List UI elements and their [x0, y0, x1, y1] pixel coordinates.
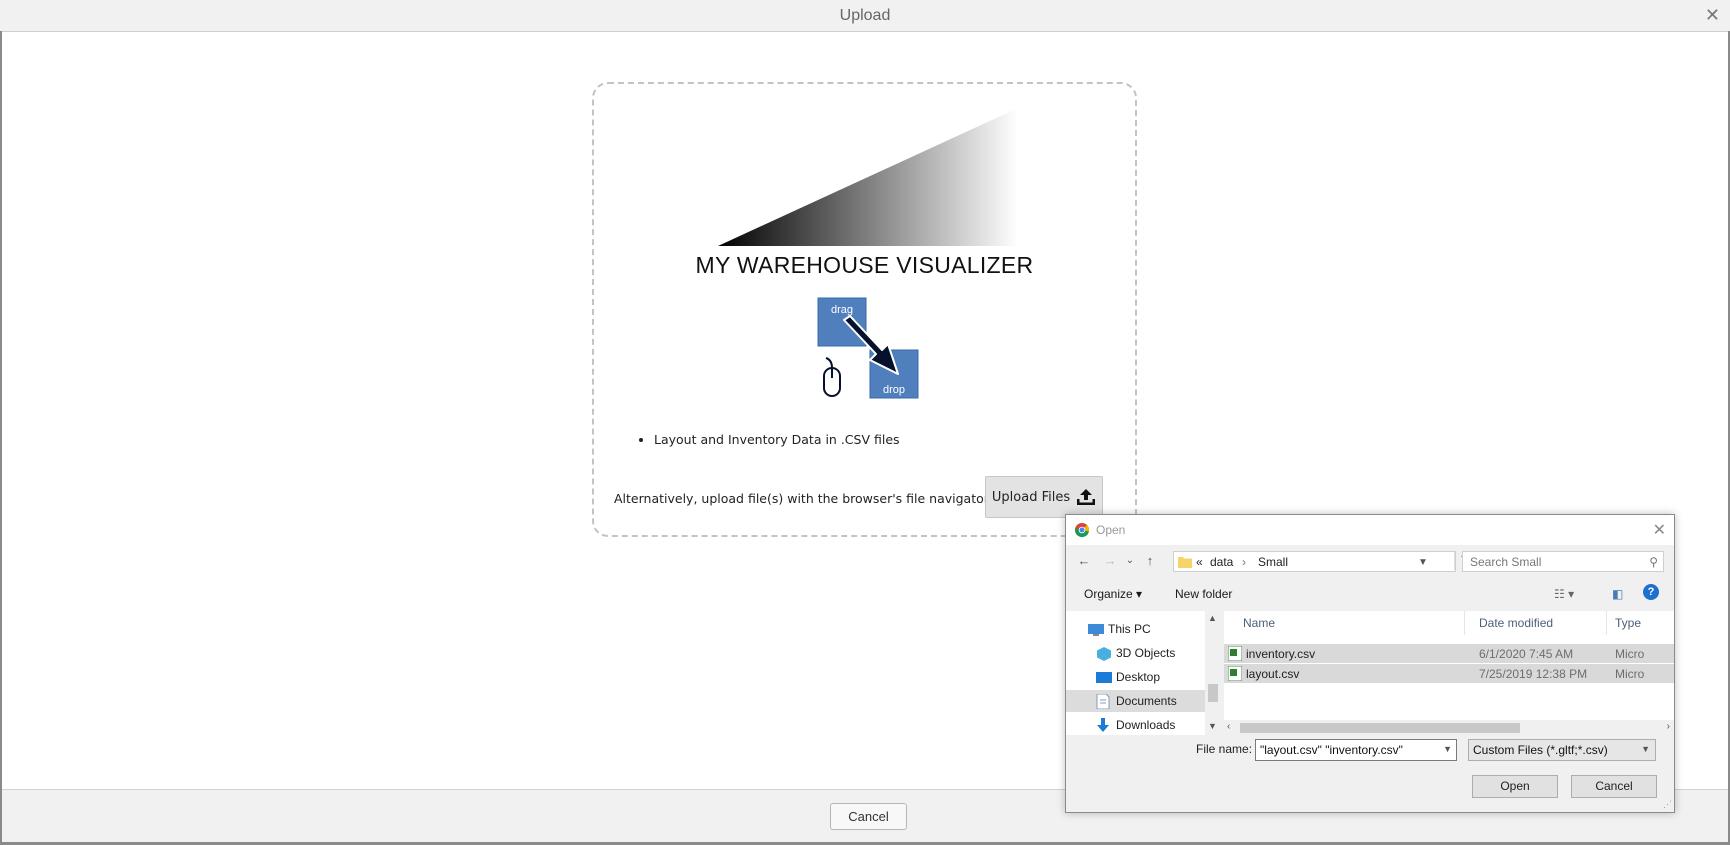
search-input[interactable]: Search Small ⚲	[1462, 551, 1664, 572]
modal-frame-left	[0, 31, 2, 841]
upload-icon	[1077, 489, 1096, 505]
dialog-cancel-button[interactable]: Cancel	[1571, 775, 1657, 798]
search-icon: ⚲	[1649, 555, 1658, 569]
preview-pane-icon[interactable]: ◧	[1612, 587, 1623, 601]
file-name: inventory.csv	[1246, 647, 1316, 661]
desktop-icon	[1096, 670, 1112, 692]
help-icon[interactable]: ?	[1643, 584, 1659, 600]
modal-close-icon[interactable]: ✕	[1705, 0, 1720, 31]
address-prefix: «	[1196, 555, 1203, 569]
nav-item-label: Documents	[1116, 694, 1177, 708]
address-segment-data[interactable]: data	[1210, 555, 1233, 569]
folder-icon	[1178, 557, 1192, 568]
list-item: Layout and Inventory Data in .CSV files	[654, 432, 900, 447]
scrollbar-thumb[interactable]	[1208, 684, 1218, 702]
column-header-date-modified[interactable]: Date modified	[1479, 616, 1553, 630]
chevron-down-icon[interactable]: ▼	[1641, 744, 1650, 754]
modal-title: Upload	[839, 7, 891, 24]
file-drop-zone[interactable]: MY WAREHOUSE VISUALIZER drag drop Layout…	[592, 82, 1137, 537]
organize-menu[interactable]: Organize ▾	[1084, 587, 1142, 601]
download-icon	[1096, 718, 1110, 740]
file-list: ⌃ Name Date modified Type inventory.csv …	[1224, 611, 1674, 735]
chrome-icon	[1074, 523, 1090, 537]
dialog-titlebar: Open ✕	[1066, 515, 1674, 545]
up-arrow-icon[interactable]: ↑	[1142, 553, 1158, 569]
logo-gradient-triangle	[718, 108, 1018, 246]
scroll-down-icon[interactable]: ▼	[1208, 721, 1217, 731]
view-options-icon[interactable]: ☷ ▾	[1554, 587, 1574, 601]
file-type-value: Custom Files (*.gltf;*.csv)	[1473, 743, 1608, 757]
requirements-list: Layout and Inventory Data in .CSV files	[634, 432, 900, 447]
nav-pane-scrollbar[interactable]: ▲ ▼	[1205, 611, 1221, 735]
scrollbar-thumb[interactable]	[1240, 723, 1520, 733]
document-icon	[1096, 693, 1110, 716]
search-placeholder: Search Small	[1470, 555, 1542, 569]
file-modified: 6/1/2020 7:45 AM	[1479, 647, 1574, 661]
scroll-right-icon[interactable]: ›	[1667, 721, 1670, 732]
table-row[interactable]: inventory.csv 6/1/2020 7:45 AM Micro	[1224, 644, 1674, 663]
resize-grip-icon[interactable]: ⋰	[1663, 799, 1672, 810]
modal-header: Upload ✕	[0, 0, 1730, 32]
column-separator	[1464, 611, 1465, 635]
address-separator: ›	[1242, 555, 1246, 569]
address-bar[interactable]: « data › Small ▼	[1173, 551, 1456, 572]
scroll-up-icon[interactable]: ▲	[1208, 613, 1217, 623]
column-header-name[interactable]: Name	[1243, 616, 1275, 630]
nav-item-label: 3D Objects	[1116, 646, 1176, 660]
nav-item-downloads[interactable]: Downloads	[1066, 714, 1205, 736]
app-title: MY WAREHOUSE VISUALIZER	[695, 252, 1034, 278]
open-button[interactable]: Open	[1472, 775, 1558, 798]
nav-item-3d-objects[interactable]: 3D Objects	[1066, 642, 1205, 664]
scroll-left-icon[interactable]: ‹	[1227, 721, 1230, 732]
csv-file-icon	[1228, 666, 1242, 681]
sort-indicator-icon: ⌃	[1352, 611, 1361, 618]
file-name-field[interactable]: "layout.csv" "inventory.csv" ▼	[1255, 739, 1457, 761]
nav-item-desktop[interactable]: Desktop	[1066, 666, 1205, 688]
file-list-scrollbar[interactable]: ‹ ›	[1224, 720, 1674, 735]
file-name-value: "layout.csv" "inventory.csv"	[1260, 743, 1403, 757]
table-row[interactable]: layout.csv 7/25/2019 12:38 PM Micro	[1224, 664, 1674, 683]
recent-locations-icon[interactable]: ⌄	[1122, 553, 1138, 569]
computer-icon	[1088, 622, 1104, 644]
column-header-type[interactable]: Type	[1615, 616, 1641, 630]
dialog-title: Open	[1096, 523, 1126, 537]
mouse-icon	[823, 357, 841, 397]
dialog-toolbar: Organize ▾ New folder ☷ ▾ ◧ ?	[1066, 581, 1674, 607]
file-name-label: File name:	[1196, 742, 1253, 756]
nav-item-label: This PC	[1108, 622, 1151, 636]
nav-item-label: Desktop	[1116, 670, 1161, 684]
nav-item-documents[interactable]: Documents	[1066, 690, 1205, 712]
nav-item-label: Downloads	[1116, 718, 1176, 732]
forward-arrow-icon[interactable]: →	[1102, 553, 1118, 569]
navigation-pane: This PC 3D Objects Desktop Documents Dow…	[1066, 611, 1221, 736]
upload-files-label: Upload Files	[991, 489, 1071, 505]
column-separator	[1606, 611, 1607, 635]
alternative-upload-text: Alternatively, upload file(s) with the b…	[614, 491, 993, 506]
file-open-dialog: Open ✕ ← → ⌄ ↑ « data › Small ▼ ↻ Search…	[1065, 514, 1675, 813]
new-folder-button[interactable]: New folder	[1175, 587, 1232, 601]
file-type: Micro	[1615, 647, 1645, 661]
cube-icon	[1096, 646, 1112, 668]
modal-cancel-button[interactable]: Cancel	[830, 803, 907, 830]
drag-drop-illustration: drag drop	[817, 297, 919, 399]
drag-label: drag	[831, 304, 853, 316]
back-arrow-icon[interactable]: ←	[1076, 553, 1092, 569]
address-dropdown-icon[interactable]: ▼	[1418, 557, 1428, 568]
file-name: layout.csv	[1246, 667, 1300, 681]
nav-item-this-pc[interactable]: This PC	[1066, 618, 1205, 640]
address-segment-small[interactable]: Small	[1258, 555, 1288, 569]
file-type: Micro	[1615, 667, 1645, 681]
file-modified: 7/25/2019 12:38 PM	[1479, 667, 1588, 681]
upload-files-button[interactable]: Upload Files	[985, 476, 1103, 518]
dialog-close-icon[interactable]: ✕	[1653, 520, 1666, 540]
file-type-select[interactable]: Custom Files (*.gltf;*.csv) ▼	[1468, 739, 1656, 761]
chevron-down-icon[interactable]: ▼	[1443, 744, 1452, 754]
drop-label: drop	[883, 384, 905, 396]
csv-file-icon	[1228, 646, 1242, 661]
